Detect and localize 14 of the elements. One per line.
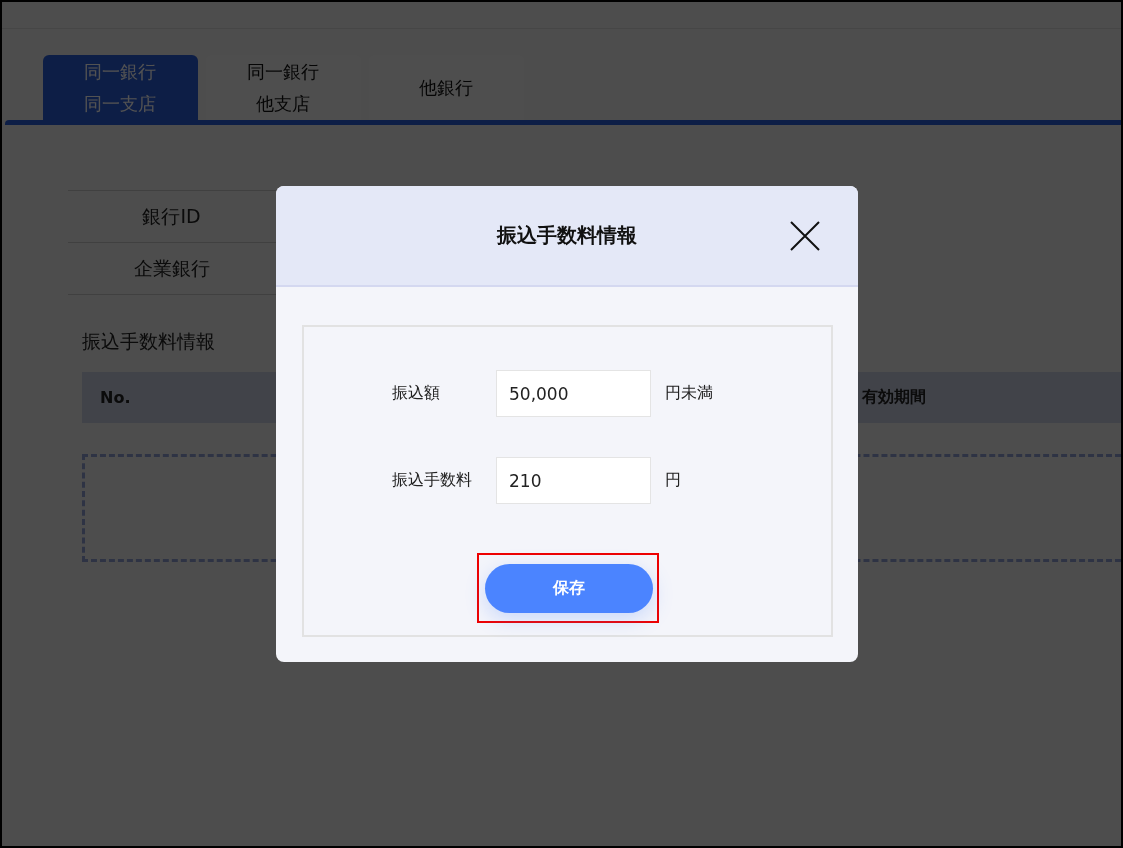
field-label: 振込額 (392, 383, 441, 404)
save-button[interactable]: 保存 (484, 564, 653, 613)
column-header: 有効期間 (862, 387, 927, 408)
field-label: 振込手数料 (392, 470, 473, 491)
dialog-title: 振込手数料情報 (497, 222, 637, 249)
close-icon[interactable] (790, 221, 820, 251)
section-title: 振込手数料情報 (82, 329, 216, 354)
table-cell-text: 銀行ID (141, 203, 202, 229)
input-field[interactable]: 210 (496, 457, 651, 504)
input-field[interactable]: 50,000 (496, 370, 651, 417)
column-header: No. (100, 388, 131, 407)
unit-label: 円未満 (665, 383, 713, 404)
unit-label: 円 (665, 470, 681, 491)
table-cell-text: 企業銀行 (132, 255, 211, 281)
